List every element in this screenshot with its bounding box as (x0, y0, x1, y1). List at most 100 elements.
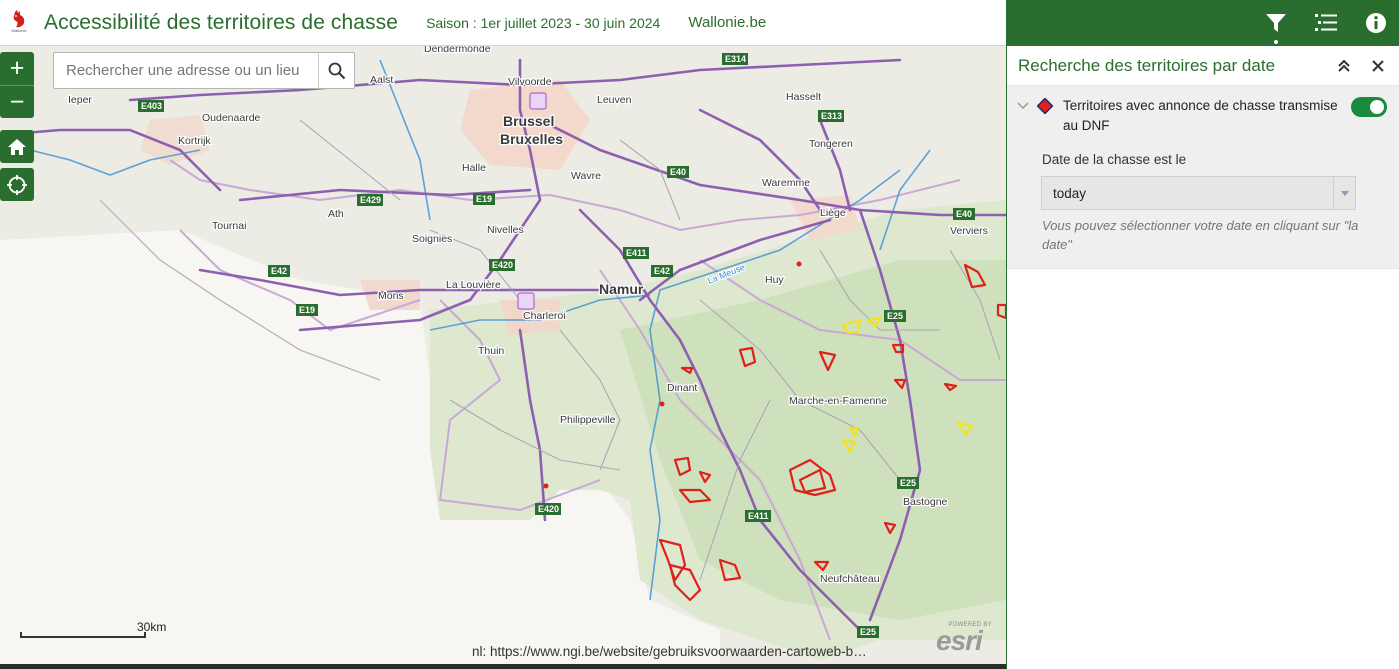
date-hint: Vous pouvez sélectionner votre date en c… (1042, 218, 1359, 252)
svg-text:Dendermonde: Dendermonde (424, 46, 491, 55)
svg-text:Charleroi: Charleroi (523, 310, 566, 322)
svg-text:Liège: Liège (820, 207, 846, 219)
svg-text:Oudenaarde: Oudenaarde (202, 112, 261, 124)
zoom-out-button[interactable]: − (0, 85, 34, 118)
locate-icon (7, 174, 27, 195)
expand-filter-button[interactable] (1015, 96, 1031, 116)
road-label: E19 (299, 305, 315, 315)
svg-text:La Louvière: La Louvière (446, 279, 501, 291)
rooster-icon (13, 9, 25, 27)
season-text: Saison : 1er juillet 2023 - 30 juin 2024 (426, 14, 661, 31)
svg-text:Thuin: Thuin (478, 345, 504, 357)
search-input[interactable] (54, 53, 318, 88)
app-title: Accessibilité des territoires de chasse (44, 10, 399, 34)
red-diamond-icon (1037, 98, 1053, 114)
logo-text: Wallonie (11, 27, 27, 33)
svg-text:Huy: Huy (765, 274, 784, 286)
date-label: Date de la chasse est le (1042, 152, 1187, 167)
panel-toolbar (1007, 0, 1399, 46)
close-icon (1372, 59, 1384, 72)
svg-text:Brussel: Brussel (503, 113, 554, 129)
info-button[interactable] (1359, 0, 1393, 46)
search-widget (53, 52, 355, 89)
road-label: E25 (900, 478, 916, 488)
filter-item: Territoires avec annonce de chasse trans… (1007, 86, 1399, 269)
filter-toggle[interactable] (1351, 97, 1387, 117)
road-label: E40 (956, 209, 972, 219)
svg-text:Soignies: Soignies (412, 233, 452, 245)
road-label: E42 (654, 266, 670, 276)
zoom-in-button[interactable]: + (0, 52, 34, 85)
road-label: E25 (887, 311, 903, 321)
date-select[interactable]: today (1041, 176, 1356, 210)
esri-logo-text: esri (936, 625, 983, 656)
svg-text:Verviers: Verviers (950, 225, 988, 237)
collapse-button[interactable] (1331, 53, 1357, 79)
svg-text:Ath: Ath (328, 208, 344, 220)
svg-text:Marche-en-Famenne: Marche-en-Famenne (789, 395, 887, 407)
svg-text:Vilvoorde: Vilvoorde (508, 76, 552, 88)
caret-down-icon (1340, 190, 1349, 196)
home-button[interactable] (0, 130, 34, 163)
search-button[interactable] (318, 53, 354, 88)
road-label: E411 (748, 511, 769, 521)
road-label: E420 (538, 504, 559, 514)
svg-text:Aalst: Aalst (370, 74, 393, 86)
svg-text:Halle: Halle (462, 162, 486, 174)
locate-button[interactable] (0, 168, 34, 201)
panel-title: Recherche des territoires par date (1018, 55, 1276, 75)
road-label: E40 (670, 167, 686, 177)
map-view[interactable]: E314 E403 E313 E40 E40 E19 E19 E429 E411… (0, 46, 1006, 669)
toggle-knob (1370, 100, 1384, 114)
wallonie-logo: Wallonie (10, 9, 28, 36)
zoom-control: + − (0, 52, 34, 118)
bottom-strip (0, 664, 1006, 669)
wallonie-link[interactable]: Wallonie.be (688, 14, 766, 31)
layer-list-icon (1315, 14, 1337, 31)
double-chevron-up-icon (1338, 59, 1350, 72)
svg-text:Wavre: Wavre (571, 170, 601, 182)
svg-text:Neufchâteau: Neufchâteau (820, 573, 880, 585)
date-value: today (1053, 185, 1087, 201)
svg-text:Dinant: Dinant (667, 382, 697, 394)
svg-text:Leuven: Leuven (597, 94, 632, 106)
scale-line (20, 632, 146, 638)
svg-text:Tongeren: Tongeren (809, 138, 853, 150)
filter-icon (1266, 14, 1286, 32)
svg-text:Waremme: Waremme (762, 177, 810, 189)
filter-tool-button[interactable] (1259, 0, 1293, 46)
esri-logo[interactable]: POWERED BY esri (932, 622, 998, 660)
filter-row: Territoires avec annonce de chasse trans… (1007, 96, 1399, 136)
app-header: Wallonie Accessibilité des territoires d… (0, 0, 1006, 46)
filter-label: Territoires avec annonce de chasse trans… (1063, 98, 1338, 133)
svg-text:Mons: Mons (378, 290, 404, 302)
road-label: E19 (476, 194, 492, 204)
search-icon (328, 62, 345, 79)
road-label: E314 (725, 54, 746, 64)
app: Wallonie Accessibilité des territoires d… (0, 0, 1399, 669)
road-label: E42 (271, 266, 287, 276)
layer-list-button[interactable] (1309, 0, 1343, 46)
svg-text:Philippeville: Philippeville (560, 414, 616, 426)
svg-text:Nivelles: Nivelles (487, 224, 524, 236)
road-label: E403 (141, 101, 162, 111)
home-icon (8, 138, 26, 155)
info-icon (1366, 13, 1386, 33)
basemap: E314 E403 E313 E40 E40 E19 E19 E429 E411… (0, 46, 1006, 669)
svg-text:Tournai: Tournai (212, 220, 246, 232)
map-attribution[interactable]: nl: https://www.ngi.be/website/gebruiksv… (472, 644, 867, 659)
road-label: E420 (492, 260, 513, 270)
side-panel: Recherche des territoires par date Terri… (1006, 0, 1399, 669)
road-label: E411 (626, 248, 647, 258)
road-label: E25 (860, 627, 876, 637)
svg-text:Ieper: Ieper (68, 94, 92, 106)
close-panel-button[interactable] (1365, 53, 1391, 79)
chevron-down-icon (1017, 102, 1029, 110)
svg-text:Kortrijk: Kortrijk (178, 135, 211, 147)
svg-text:Bruxelles: Bruxelles (500, 131, 563, 147)
svg-text:Bastogne: Bastogne (903, 496, 948, 508)
road-label: E429 (360, 195, 381, 205)
date-dropdown-arrow[interactable] (1333, 177, 1355, 209)
svg-text:Namur: Namur (599, 281, 644, 297)
panel-header: Recherche des territoires par date (1007, 46, 1399, 86)
